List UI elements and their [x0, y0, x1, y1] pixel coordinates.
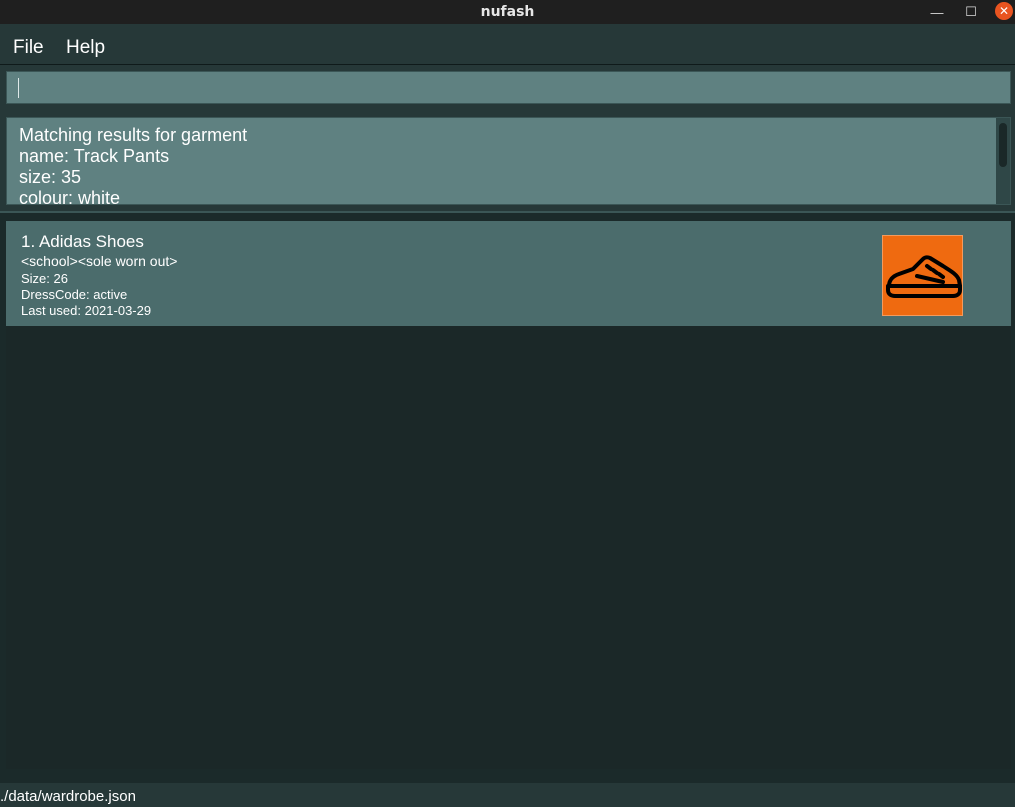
- garment-name: 1. Adidas Shoes: [21, 232, 144, 251]
- result-line: name: Track Pants: [19, 146, 170, 166]
- garment-image: [882, 235, 963, 316]
- result-line: colour: white: [19, 188, 121, 205]
- result-scrollbar[interactable]: [996, 118, 1010, 204]
- result-text: Matching results for garment name: Track …: [19, 125, 248, 205]
- command-area: [0, 65, 1015, 111]
- title-bar: nufash — ☐ ✕: [0, 0, 1015, 24]
- menu-file[interactable]: File: [13, 37, 44, 59]
- file-path: ./data/wardrobe.json: [0, 788, 136, 805]
- result-line: size: 35: [19, 167, 82, 187]
- status-bar: ./data/wardrobe.json: [0, 783, 1015, 807]
- garment-tags: <school><sole worn out>: [21, 253, 178, 269]
- close-button[interactable]: ✕: [995, 2, 1013, 20]
- result-display: Matching results for garment name: Track …: [6, 117, 1011, 205]
- garment-size: Size: 26: [21, 271, 68, 286]
- result-line: Matching results for garment: [19, 125, 248, 145]
- maximize-button[interactable]: ☐: [961, 2, 981, 22]
- garment-dresscode: DressCode: active: [21, 287, 128, 302]
- window-title: nufash: [480, 4, 535, 20]
- menu-help[interactable]: Help: [66, 37, 105, 59]
- minimize-button[interactable]: —: [927, 2, 947, 22]
- shoe-icon: [886, 255, 962, 298]
- text-caret: [18, 78, 19, 98]
- command-input[interactable]: [6, 71, 1011, 104]
- menu-bar: File Help: [0, 24, 1015, 65]
- result-area: Matching results for garment name: Track …: [0, 111, 1015, 213]
- result-scrollbar-thumb[interactable]: [999, 123, 1007, 167]
- garment-last-used: Last used: 2021-03-29: [21, 303, 152, 318]
- garment-card[interactable]: 1. Adidas Shoes <school><sole worn out> …: [6, 221, 1011, 326]
- garment-list: 1. Adidas Shoes <school><sole worn out> …: [6, 221, 1011, 769]
